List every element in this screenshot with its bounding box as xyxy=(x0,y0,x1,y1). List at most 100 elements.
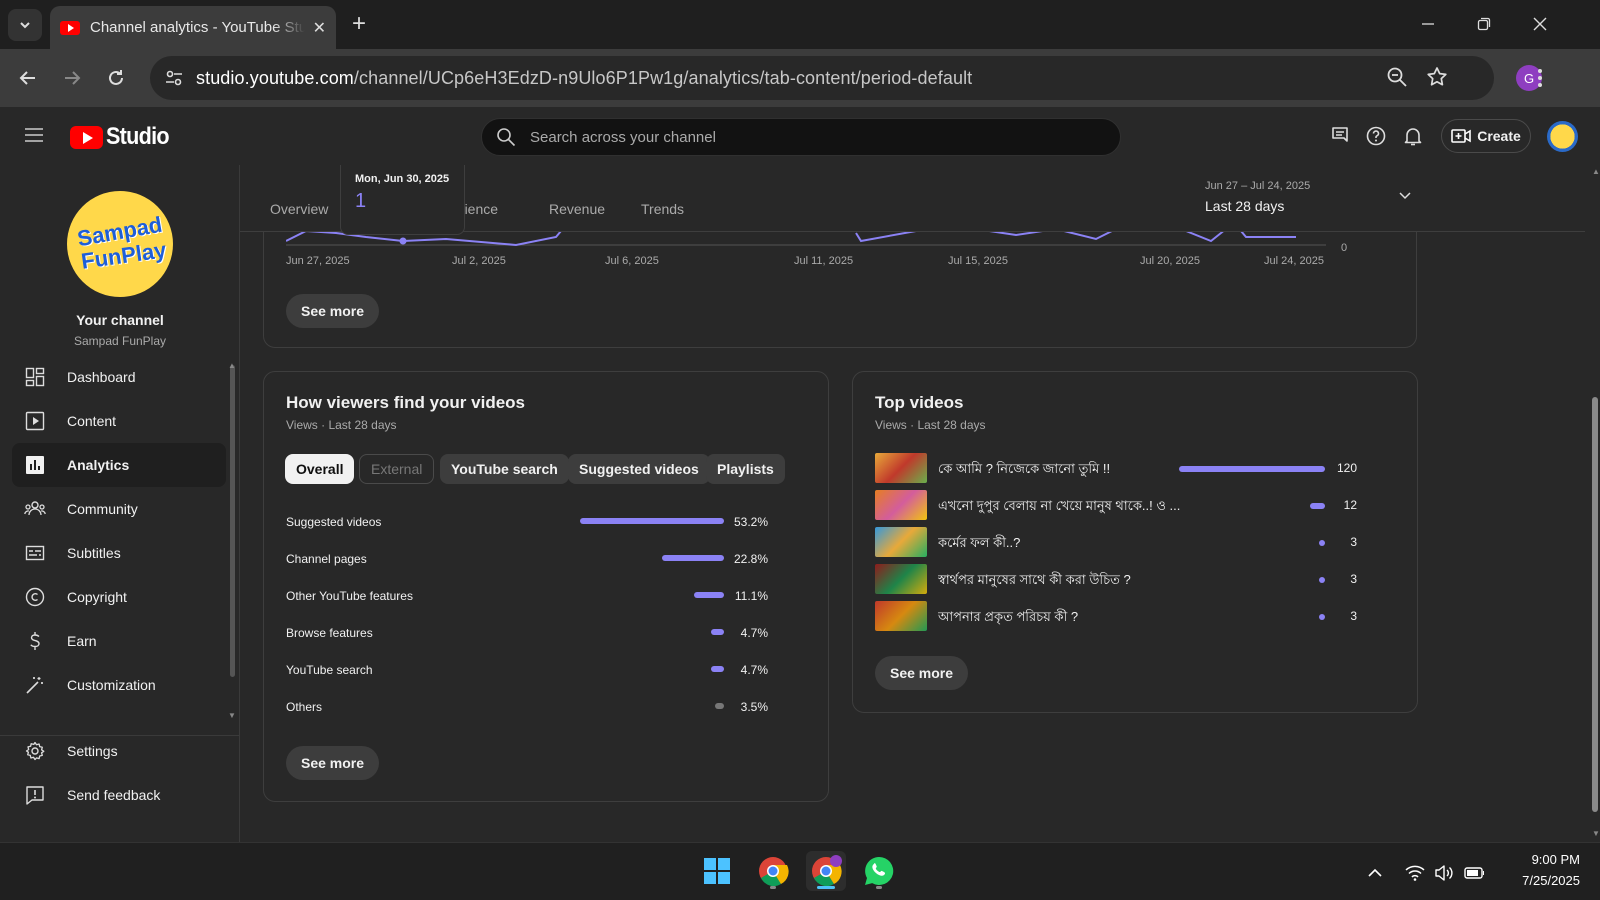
volume-icon[interactable] xyxy=(1434,863,1454,883)
tab-trends[interactable]: Trends xyxy=(641,201,684,217)
browser-tab-bar: Channel analytics - YouTube Studio ✕ + xyxy=(0,0,1600,49)
chip-overall[interactable]: Overall xyxy=(285,454,355,484)
traffic-source-percent: 22.8% xyxy=(733,552,768,566)
video-thumbnail[interactable] xyxy=(875,601,927,631)
chip-youtube-search[interactable]: YouTube search xyxy=(440,454,569,484)
date-range-dates[interactable]: Jun 27 – Jul 24, 2025 xyxy=(1205,180,1310,192)
zoom-icon[interactable] xyxy=(1386,66,1408,88)
video-plus-icon xyxy=(1451,129,1472,143)
video-title[interactable]: স্বার্থপর মানুষের সাথে কী করা উচিত ? xyxy=(938,571,1183,592)
top-video-row[interactable]: কে আমি ? নিজেকে জানো তুমি !! 120 xyxy=(875,453,1385,485)
clock-time[interactable]: 9:00 PM xyxy=(1500,852,1580,867)
tab-revenue[interactable]: Revenue xyxy=(549,201,605,217)
site-settings-icon[interactable] xyxy=(164,68,184,88)
sidebar-item-label: Earn xyxy=(67,633,97,649)
tab-search-button[interactable] xyxy=(8,9,42,41)
video-thumbnail[interactable] xyxy=(875,564,927,594)
search-input[interactable]: Search across your channel xyxy=(481,118,1121,156)
video-title[interactable]: আপনার প্রকৃত পরিচয় কী ? xyxy=(938,608,1183,629)
sidebar-item-dashboard[interactable]: Dashboard xyxy=(12,355,226,399)
browser-tab-active[interactable]: Channel analytics - YouTube Studio ✕ xyxy=(50,6,336,49)
close-icon xyxy=(1533,17,1547,31)
sidebar-item-label: Copyright xyxy=(67,589,127,605)
date-range-chevron-icon[interactable] xyxy=(1398,189,1412,203)
start-button[interactable] xyxy=(697,851,737,891)
forward-button[interactable] xyxy=(60,66,84,90)
scroll-down-icon[interactable]: ▼ xyxy=(1592,829,1600,838)
video-thumbnail[interactable] xyxy=(875,453,927,483)
top-videos-see-more-button[interactable]: See more xyxy=(875,656,969,690)
sidebar-item-community[interactable]: Community xyxy=(12,487,226,531)
back-button[interactable] xyxy=(16,66,40,90)
address-bar[interactable]: studio.youtube.com/channel/UCp6eH3EdzD-n… xyxy=(150,56,1494,100)
channel-name: Sampad FunPlay xyxy=(73,334,167,348)
messages-button[interactable] xyxy=(1328,124,1352,148)
tab-overview[interactable]: Overview xyxy=(270,201,328,217)
video-title[interactable]: এখনো দুপুর বেলায় না খেয়ে মানুষ থাকে..!… xyxy=(938,497,1183,518)
create-button[interactable]: Create xyxy=(1441,119,1531,153)
browser-menu-button[interactable] xyxy=(1528,66,1552,90)
traffic-source-row[interactable]: Suggested videos 53.2% xyxy=(286,512,796,532)
top-video-row[interactable]: কর্মের ফল কী..? 3 xyxy=(875,527,1385,559)
traffic-source-row[interactable]: Others 3.5% xyxy=(286,697,796,717)
url-text[interactable]: studio.youtube.com/channel/UCp6eH3EdzD-n… xyxy=(196,68,972,89)
new-tab-button[interactable]: + xyxy=(352,12,366,36)
main-scrollbar[interactable] xyxy=(1592,397,1598,812)
tab-close-icon[interactable]: ✕ xyxy=(313,18,326,38)
sidebar-item-settings[interactable]: Settings xyxy=(12,729,226,773)
studio-logo[interactable]: Studio xyxy=(70,123,176,151)
chip-suggested-videos[interactable]: Suggested videos xyxy=(568,454,710,484)
sidebar-scrollbar[interactable] xyxy=(230,365,235,677)
taskbar-whatsapp[interactable] xyxy=(859,851,899,891)
sidebar-item-copyright[interactable]: Copyright xyxy=(12,575,226,619)
date-range-label[interactable]: Last 28 days xyxy=(1205,198,1284,214)
scroll-up-icon[interactable]: ▲ xyxy=(1592,167,1600,176)
feedback-icon xyxy=(23,783,47,807)
sidebar-item-customization[interactable]: Customization xyxy=(12,663,226,707)
top-video-row[interactable]: এখনো দুপুর বেলায় না খেয়ে মানুষ থাকে..!… xyxy=(875,490,1385,522)
minimize-button[interactable] xyxy=(1416,12,1440,36)
tray-overflow-icon[interactable] xyxy=(1365,863,1385,883)
sidebar-item-earn[interactable]: Earn xyxy=(12,619,226,663)
sidebar-item-subtitles[interactable]: Subtitles xyxy=(12,531,226,575)
help-button[interactable] xyxy=(1364,124,1388,148)
chart-see-more-button[interactable]: See more xyxy=(286,294,380,328)
battery-icon[interactable] xyxy=(1464,863,1484,883)
top-video-row[interactable]: স্বার্থপর মানুষের সাথে কী করা উচিত ? 3 xyxy=(875,564,1385,596)
restore-button[interactable] xyxy=(1472,12,1496,36)
wifi-icon[interactable] xyxy=(1405,863,1425,883)
account-avatar[interactable] xyxy=(1547,121,1578,152)
video-thumbnail[interactable] xyxy=(875,490,927,520)
your-channel-label[interactable]: Your channel xyxy=(0,312,240,328)
sidebar-item-content[interactable]: Content xyxy=(12,399,226,443)
subtitles-icon xyxy=(23,541,47,565)
traffic-source-row[interactable]: YouTube search 4.7% xyxy=(286,660,796,680)
reload-button[interactable] xyxy=(104,66,128,90)
sidebar-item-send-feedback[interactable]: Send feedback xyxy=(12,773,226,817)
taskbar-chrome-1[interactable] xyxy=(753,851,793,891)
close-window-button[interactable] xyxy=(1528,12,1552,36)
video-thumbnail[interactable] xyxy=(875,527,927,557)
video-views-count: 12 xyxy=(1343,498,1357,512)
video-title[interactable]: কে আমি ? নিজেকে জানো তুমি !! xyxy=(938,460,1183,481)
traffic-source-row[interactable]: Channel pages 22.8% xyxy=(286,549,796,569)
app-indicator xyxy=(876,886,882,889)
channel-avatar[interactable]: Sampad FunPlay xyxy=(67,191,173,297)
card-title: Top videos xyxy=(875,393,964,412)
traffic-source-row[interactable]: Other YouTube features 11.1% xyxy=(286,586,796,606)
arrow-right-icon xyxy=(65,71,81,85)
bookmark-star-icon[interactable] xyxy=(1426,66,1448,88)
video-title[interactable]: কর্মের ফল কী..? xyxy=(938,534,1183,555)
sidebar-item-analytics[interactable]: Analytics xyxy=(12,443,226,487)
top-video-row[interactable]: আপনার প্রকৃত পরিচয় কী ? 3 xyxy=(875,601,1385,633)
taskbar-chrome-2[interactable] xyxy=(806,851,846,891)
scroll-up-icon[interactable]: ▲ xyxy=(228,361,236,370)
traffic-source-row[interactable]: Browse features 4.7% xyxy=(286,623,796,643)
traffic-see-more-button[interactable]: See more xyxy=(286,746,380,780)
hover-point xyxy=(399,237,407,245)
clock-date[interactable]: 7/25/2025 xyxy=(1500,873,1580,888)
chip-playlists[interactable]: Playlists xyxy=(706,454,785,484)
notifications-button[interactable] xyxy=(1401,124,1425,148)
menu-button[interactable] xyxy=(24,125,44,145)
scroll-down-icon[interactable]: ▼ xyxy=(228,711,236,720)
